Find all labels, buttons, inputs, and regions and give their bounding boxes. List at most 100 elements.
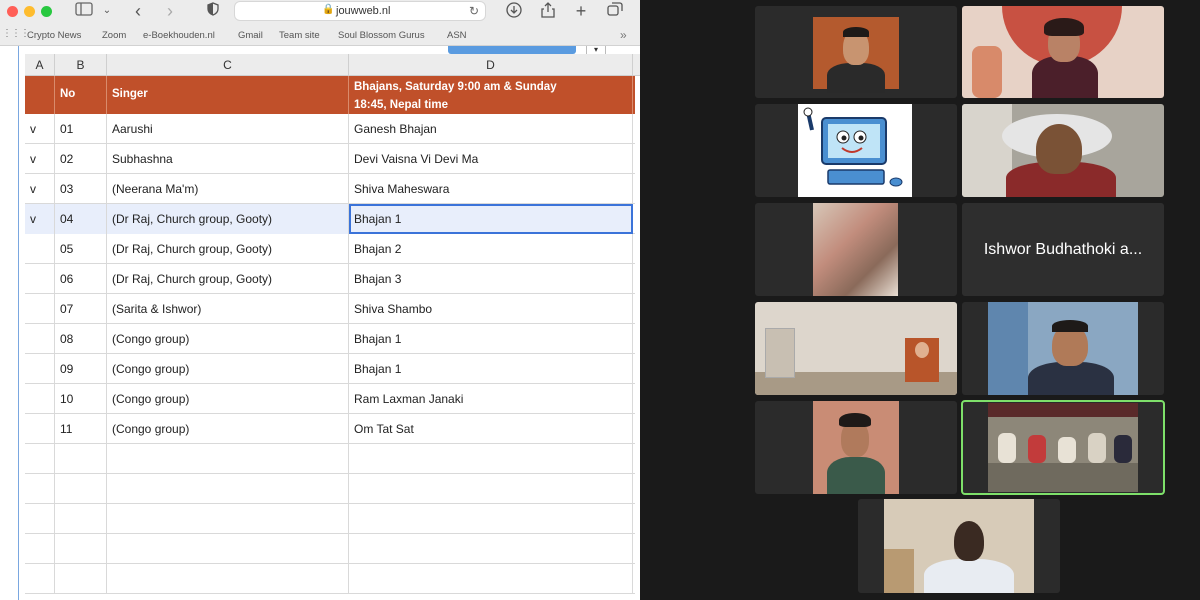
cell-singer[interactable] bbox=[107, 504, 349, 534]
cell-no[interactable]: 03 bbox=[55, 174, 107, 204]
cell-mark[interactable] bbox=[25, 294, 55, 324]
cell-mark[interactable] bbox=[25, 504, 55, 534]
cell-no[interactable]: 11 bbox=[55, 414, 107, 444]
cell-bhajan[interactable]: Devi Vaisna Vi Devi Ma bbox=[349, 144, 633, 174]
cell-singer[interactable]: Subhashna bbox=[107, 144, 349, 174]
cell-bhajan[interactable]: Bhajan 1 bbox=[349, 324, 633, 354]
cell-no[interactable]: 02 bbox=[55, 144, 107, 174]
cell-bhajan[interactable]: Shiva Maheswara bbox=[349, 174, 633, 204]
share-icon[interactable] bbox=[539, 2, 557, 20]
cell-bhajan[interactable]: Bhajan 3 bbox=[349, 264, 633, 294]
bookmark-gmail[interactable]: Gmail bbox=[238, 30, 263, 41]
cell-bhajan[interactable] bbox=[349, 474, 633, 504]
sidebar-icon[interactable] bbox=[74, 2, 94, 20]
tab-overview-icon[interactable] bbox=[606, 2, 624, 20]
cell-no[interactable]: 10 bbox=[55, 384, 107, 414]
column-header-d[interactable]: D bbox=[349, 54, 633, 76]
shield-icon[interactable] bbox=[204, 2, 222, 20]
participant-tile[interactable] bbox=[962, 104, 1164, 197]
cell-no[interactable] bbox=[55, 444, 107, 474]
cell-mark[interactable]: v bbox=[25, 144, 55, 174]
cell-mark[interactable] bbox=[25, 414, 55, 444]
header-cell-no[interactable]: No bbox=[55, 76, 107, 114]
cell-singer[interactable]: (Dr Raj, Church group, Gooty) bbox=[107, 204, 349, 234]
cell-bhajan[interactable] bbox=[349, 504, 633, 534]
sheet-tab-indicator[interactable] bbox=[448, 46, 576, 54]
cell-mark[interactable] bbox=[25, 564, 55, 594]
cell-singer[interactable]: Aarushi bbox=[107, 114, 349, 144]
cell-singer[interactable]: (Congo group) bbox=[107, 414, 349, 444]
bookmark-crypto-news[interactable]: Crypto News bbox=[27, 30, 81, 41]
cell-bhajan[interactable]: Bhajan 1 bbox=[349, 354, 633, 384]
participant-tile[interactable] bbox=[962, 6, 1164, 98]
download-icon[interactable] bbox=[505, 2, 523, 20]
close-window-button[interactable] bbox=[7, 6, 18, 17]
cell-mark[interactable] bbox=[25, 384, 55, 414]
cell-no[interactable] bbox=[55, 564, 107, 594]
cell-no[interactable] bbox=[55, 474, 107, 504]
bookmark-soul-blossom-gurus[interactable]: Soul Blossom Gurus bbox=[338, 30, 425, 41]
cell-singer[interactable]: (Congo group) bbox=[107, 354, 349, 384]
header-cell-bhajans[interactable]: Bhajans, Saturday 9:00 am & Sunday 18:45… bbox=[349, 76, 633, 114]
cell-no[interactable]: 06 bbox=[55, 264, 107, 294]
cell-singer[interactable]: (Sarita & Ishwor) bbox=[107, 294, 349, 324]
bookmark-zoom[interactable]: Zoom bbox=[102, 30, 126, 41]
cell-mark[interactable] bbox=[25, 324, 55, 354]
new-tab-button[interactable]: + bbox=[572, 2, 590, 20]
cell-no[interactable] bbox=[55, 504, 107, 534]
cell-singer[interactable] bbox=[107, 564, 349, 594]
bookmark-team-site[interactable]: Team site bbox=[279, 30, 320, 41]
participant-tile[interactable] bbox=[755, 203, 957, 296]
chevron-down-icon[interactable]: ⌄ bbox=[101, 2, 113, 20]
cell-mark[interactable] bbox=[25, 264, 55, 294]
cell-singer[interactable]: (Congo group) bbox=[107, 384, 349, 414]
bookmark-e-boekhouden[interactable]: e-Boekhouden.nl bbox=[143, 30, 215, 41]
cell-bhajan[interactable]: Om Tat Sat bbox=[349, 414, 633, 444]
cell-bhajan[interactable]: Bhajan 2 bbox=[349, 234, 633, 264]
forward-button[interactable]: › bbox=[162, 2, 178, 20]
header-cell-singer[interactable]: Singer bbox=[107, 76, 349, 114]
cell-mark[interactable] bbox=[25, 234, 55, 264]
participant-tile[interactable] bbox=[858, 499, 1060, 593]
cell-mark[interactable]: v bbox=[25, 204, 55, 234]
back-button[interactable]: ‹ bbox=[130, 2, 146, 20]
cell-bhajan[interactable]: Ganesh Bhajan bbox=[349, 114, 633, 144]
column-header-c[interactable]: C bbox=[107, 54, 349, 76]
cell-bhajan[interactable]: Ram Laxman Janaki bbox=[349, 384, 633, 414]
cell-mark[interactable] bbox=[25, 444, 55, 474]
cell-mark[interactable] bbox=[25, 354, 55, 384]
minimize-window-button[interactable] bbox=[24, 6, 35, 17]
cell-bhajan[interactable]: Shiva Shambo bbox=[349, 294, 633, 324]
bookmark-asn[interactable]: ASN bbox=[447, 30, 467, 41]
participant-tile[interactable] bbox=[755, 401, 957, 494]
cell-no[interactable] bbox=[55, 534, 107, 564]
cell-singer[interactable] bbox=[107, 534, 349, 564]
participant-tile[interactable]: Ishwor Budhathoki a... bbox=[962, 203, 1164, 296]
cell-no[interactable]: 09 bbox=[55, 354, 107, 384]
cell-bhajan[interactable] bbox=[349, 564, 633, 594]
cell-mark[interactable] bbox=[25, 534, 55, 564]
cell-singer[interactable]: (Dr Raj, Church group, Gooty) bbox=[107, 264, 349, 294]
participant-tile[interactable] bbox=[755, 302, 957, 395]
chevron-right-icon[interactable]: » bbox=[620, 28, 627, 42]
spreadsheet[interactable]: ▾ A B C D No Singer Bhajans, Saturday 9:… bbox=[18, 46, 640, 600]
cell-no[interactable]: 05 bbox=[55, 234, 107, 264]
participant-tile[interactable] bbox=[755, 104, 957, 197]
maximize-window-button[interactable] bbox=[41, 6, 52, 17]
header-cell-mark[interactable] bbox=[25, 76, 55, 114]
column-header-b[interactable]: B bbox=[55, 54, 107, 76]
participant-tile[interactable] bbox=[755, 6, 957, 98]
cell-singer[interactable]: (Dr Raj, Church group, Gooty) bbox=[107, 234, 349, 264]
participant-tile-active[interactable] bbox=[961, 400, 1165, 495]
column-header-e[interactable] bbox=[633, 54, 640, 76]
reload-icon[interactable]: ↻ bbox=[469, 4, 479, 18]
cell-bhajan[interactable]: Bhajan 1 bbox=[349, 204, 633, 234]
cell-no[interactable]: 08 bbox=[55, 324, 107, 354]
cell-singer[interactable] bbox=[107, 444, 349, 474]
cell-singer[interactable] bbox=[107, 474, 349, 504]
column-header-a[interactable]: A bbox=[25, 54, 55, 76]
cell-no[interactable]: 01 bbox=[55, 114, 107, 144]
address-bar[interactable]: 🔒 jouwweb.nl ↻ bbox=[234, 1, 486, 21]
cell-mark[interactable] bbox=[25, 474, 55, 504]
cell-no[interactable]: 04 bbox=[55, 204, 107, 234]
